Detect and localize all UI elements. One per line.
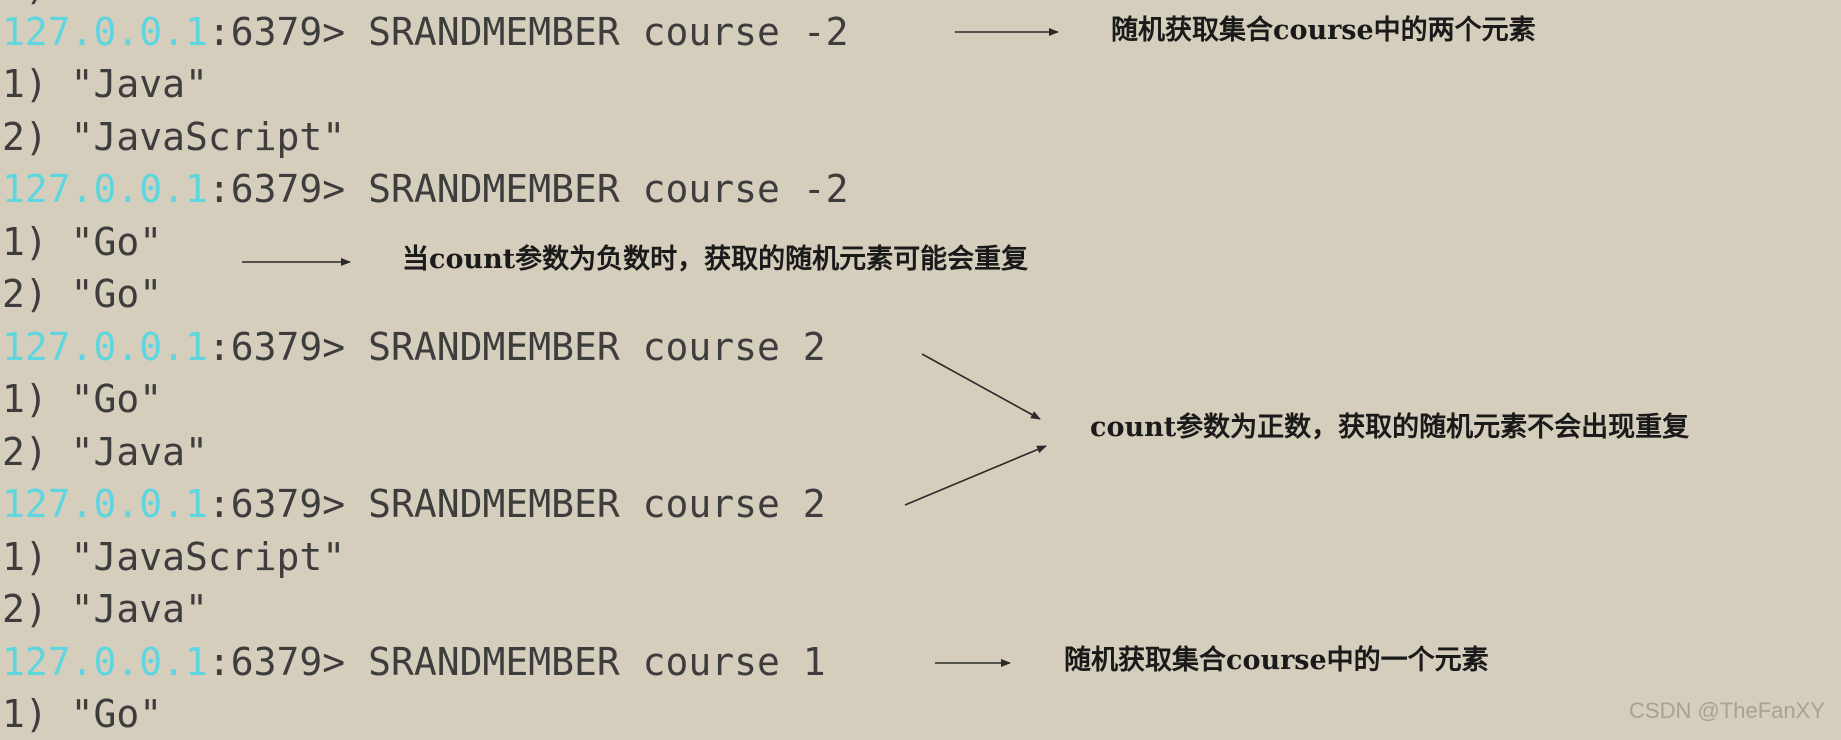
prompt-port: :6379> <box>207 640 346 684</box>
annotation-note-random-two: 随机获取集合course中的两个元素 <box>1111 15 1536 46</box>
annotation-note-negative-count: 当count参数为负数时，获取的随机元素可能会重复 <box>402 244 1029 275</box>
prompt-ip: 127.0.0.1 <box>2 482 208 526</box>
output-line: 1) "Go" <box>2 220 163 264</box>
command-text: SRANDMEMBER course -2 <box>345 10 849 54</box>
command-text: SRANDMEMBER course 2 <box>345 325 826 369</box>
output-line: 1) "Go" <box>2 692 163 736</box>
prompt-ip: 127.0.0.1 <box>2 640 208 684</box>
prompt-line: 127.0.0.1:6379> SRANDMEMBER course 2 <box>2 478 826 530</box>
prompt-ip: 127.0.0.1 <box>2 325 208 369</box>
prompt-line: 127.0.0.1:6379> SRANDMEMBER course 1 <box>2 636 826 688</box>
prompt-ip: 127.0.0.1 <box>2 10 208 54</box>
annotation-note-positive-count: count参数为正数，获取的随机元素不会出现重复 <box>1090 412 1690 443</box>
output-line: 2) "JavaScript" <box>2 115 346 159</box>
command-text: SRANDMEMBER course 2 <box>345 482 826 526</box>
annotation-note-random-one: 随机获取集合course中的一个元素 <box>1064 645 1489 676</box>
output-line: 2) "Go" <box>2 272 163 316</box>
prompt-port: :6379> <box>207 167 346 211</box>
output-line: 2) "Java" <box>2 430 208 474</box>
prompt-line: 127.0.0.1:6379> SRANDMEMBER course -2 <box>2 6 849 58</box>
prompt-line: 127.0.0.1:6379> SRANDMEMBER course 2 <box>2 321 826 373</box>
command-text: SRANDMEMBER course 1 <box>345 640 826 684</box>
command-text: SRANDMEMBER course -2 <box>345 167 849 211</box>
watermark: CSDN @TheFanXY <box>1629 698 1825 723</box>
output-line: 1) "Java" <box>2 62 208 106</box>
terminal-window[interactable]: 1) 127.0.0.1:6379> SRANDMEMBER course -2… <box>0 0 1841 736</box>
prompt-ip: 127.0.0.1 <box>2 167 208 211</box>
prompt-port: :6379> <box>207 482 346 526</box>
prompt-port: :6379> <box>207 325 346 369</box>
prompt-port: :6379> <box>207 10 346 54</box>
output-line: 1) "JavaScript" <box>2 535 346 579</box>
prompt-line: 127.0.0.1:6379> SRANDMEMBER course -2 <box>2 163 849 215</box>
output-line: 1) "Go" <box>2 377 163 421</box>
output-line: 2) "Java" <box>2 587 208 631</box>
